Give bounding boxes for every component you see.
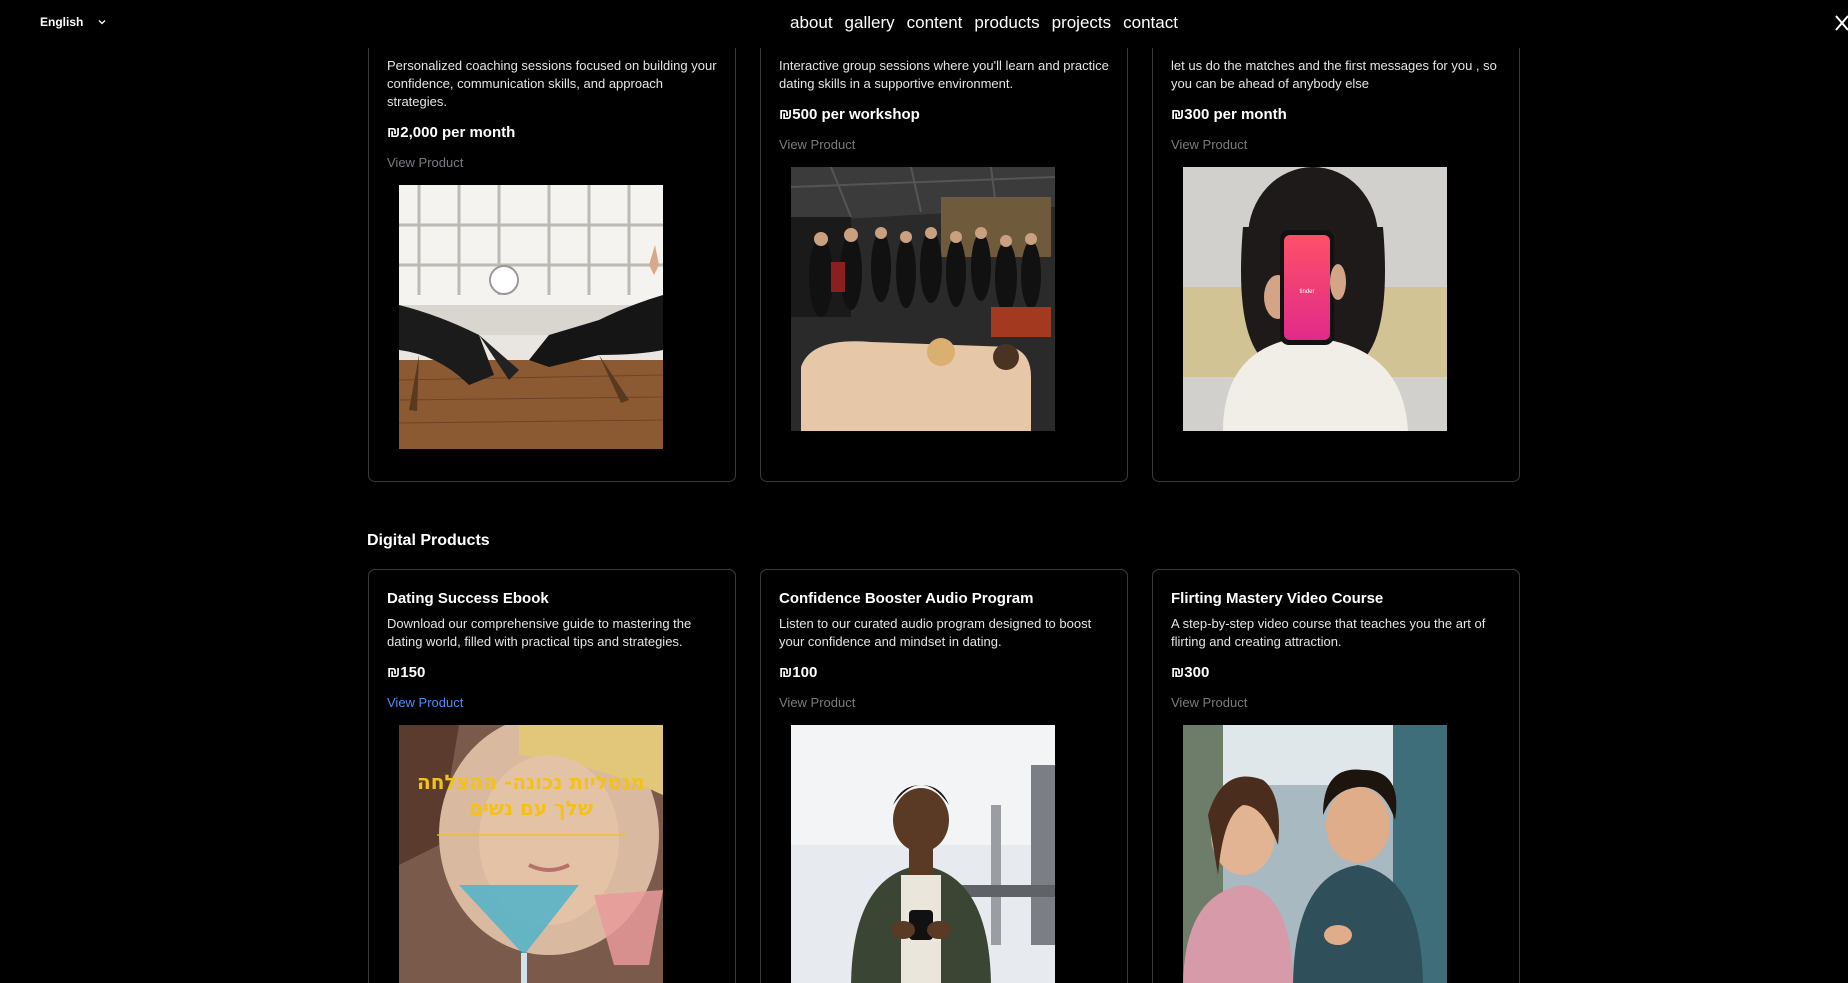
- page-content: Personalized coaching sessions focused o…: [0, 0, 1848, 983]
- product-price: ₪300 per month: [1171, 106, 1287, 123]
- product-card: Interactive group sessions where you'll …: [760, 18, 1128, 482]
- close-icon[interactable]: [1832, 8, 1848, 36]
- ebook-cover-image: מנטליות נכונה- ההצלחה שלך עם נשים: [399, 725, 663, 983]
- view-product-link[interactable]: View Product: [387, 155, 463, 170]
- nav-link-contact[interactable]: contact: [1123, 13, 1178, 33]
- digital-products-heading: Digital Products: [367, 532, 490, 549]
- nav-link-about[interactable]: about: [790, 13, 833, 33]
- product-card: Dating Success Ebook Download our compre…: [368, 569, 736, 983]
- product-description: Listen to our curated audio program desi…: [779, 616, 1092, 649]
- product-price: ₪500 per workshop: [779, 106, 920, 123]
- tinder-logo-text: tinder: [1299, 289, 1314, 295]
- product-card: Confidence Booster Audio Program Listen …: [760, 569, 1128, 983]
- view-product-link[interactable]: View Product: [1171, 137, 1247, 152]
- main-nav: about gallery content products projects …: [790, 13, 1178, 33]
- product-title: Dating Success Ebook: [387, 590, 549, 607]
- product-card: Flirting Mastery Video Course A step-by-…: [1152, 569, 1520, 983]
- product-description: Download our comprehensive guide to mast…: [387, 616, 692, 649]
- ebook-cover-title-line2: שלך עם נשים: [469, 796, 593, 820]
- ebook-cover-title-line1: מנטליות נכונה- ההצלחה: [417, 770, 645, 794]
- product-price: ₪2,000 per month: [387, 124, 516, 141]
- product-price: ₪100: [779, 664, 818, 681]
- product-card: Personalized coaching sessions focused o…: [368, 18, 736, 482]
- product-description: Interactive group sessions where you'll …: [779, 58, 1109, 91]
- nav-link-content[interactable]: content: [907, 13, 963, 33]
- product-price: ₪300: [1171, 664, 1210, 681]
- product-title: Flirting Mastery Video Course: [1171, 590, 1384, 607]
- tinder-phone-photo: tinder: [1183, 167, 1447, 431]
- top-navigation-bar: English about gallery content products p…: [0, 0, 1848, 48]
- flirting-course-image: [1183, 725, 1447, 983]
- nav-link-products[interactable]: products: [974, 13, 1039, 33]
- group-workshop-photo: [791, 167, 1055, 431]
- product-description: Personalized coaching sessions focused o…: [387, 58, 717, 109]
- product-description: A step-by-step video course that teaches…: [1171, 616, 1486, 649]
- product-card: let us do the matches and the first mess…: [1152, 18, 1520, 482]
- product-description: let us do the matches and the first mess…: [1171, 58, 1497, 91]
- chevron-down-icon: [98, 20, 106, 25]
- view-product-link[interactable]: View Product: [779, 137, 855, 152]
- view-product-link[interactable]: View Product: [387, 695, 463, 710]
- view-product-link[interactable]: View Product: [779, 695, 855, 710]
- nav-link-projects[interactable]: projects: [1052, 13, 1112, 33]
- view-product-link[interactable]: View Product: [1171, 695, 1247, 710]
- language-label: English: [40, 15, 84, 29]
- language-selector[interactable]: English: [40, 15, 107, 29]
- product-price: ₪150: [387, 664, 426, 681]
- therapy-session-photo: [399, 185, 663, 449]
- nav-link-gallery[interactable]: gallery: [845, 13, 895, 33]
- product-title: Confidence Booster Audio Program: [779, 590, 1034, 607]
- audio-program-image: [791, 725, 1055, 983]
